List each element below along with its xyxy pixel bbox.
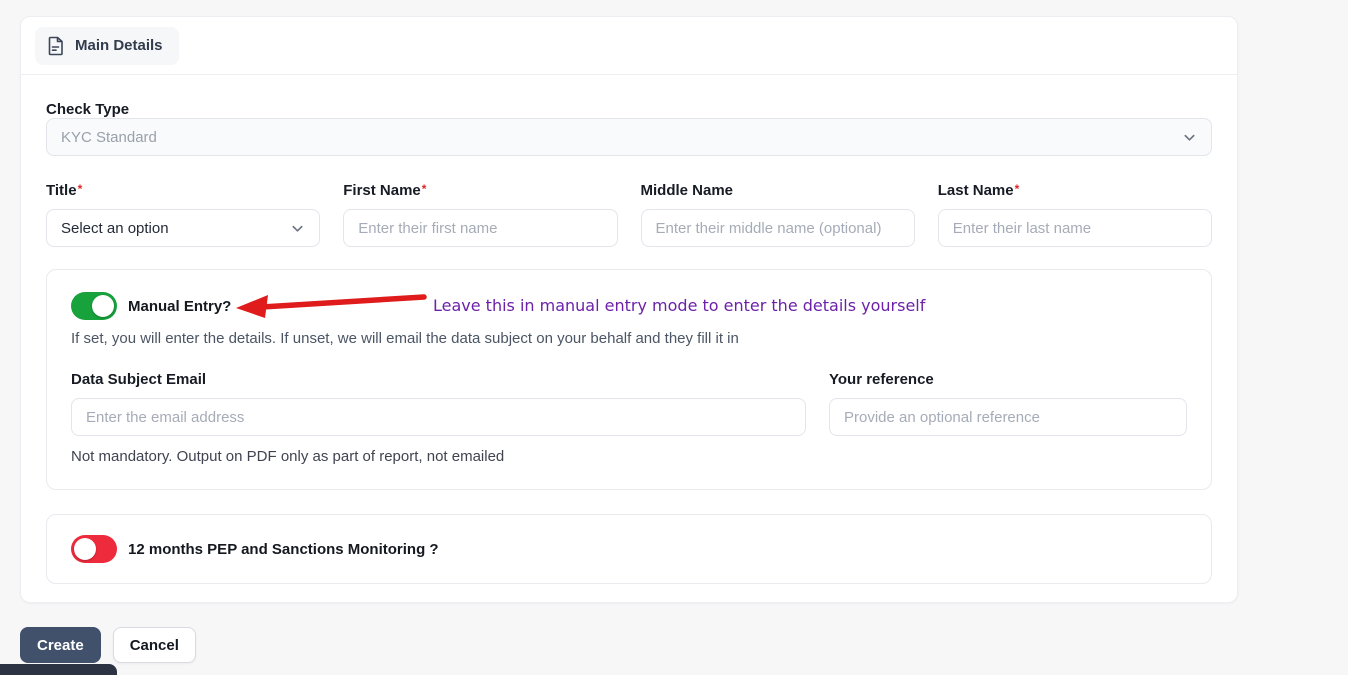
manual-entry-description: If set, you will enter the details. If u…: [71, 330, 739, 347]
create-button[interactable]: Create: [20, 627, 101, 663]
name-fields-row: Title* Select an option First Name* Midd…: [46, 182, 1212, 247]
email-helper-text: Not mandatory. Output on PDF only as par…: [71, 448, 505, 465]
chevron-down-icon: [1182, 130, 1197, 145]
middle-name-label: Middle Name: [640, 182, 734, 199]
tab-main-details-label: Main Details: [75, 37, 163, 54]
toggle-knob: [74, 538, 96, 560]
annotation-text: Leave this in manual entry mode to enter…: [433, 295, 926, 315]
pep-monitoring-toggle[interactable]: [71, 535, 117, 563]
document-icon: [47, 36, 65, 56]
required-asterisk: *: [1014, 182, 1020, 196]
required-asterisk: *: [421, 182, 427, 196]
your-reference-group: Your reference: [829, 371, 1187, 465]
cancel-button[interactable]: Cancel: [112, 627, 196, 663]
middle-name-input[interactable]: [640, 209, 915, 247]
form-actions: Create Cancel: [20, 627, 196, 663]
last-name-label: Last Name*: [937, 182, 1020, 199]
manual-entry-section: Manual Entry? Leave this in manual entry…: [46, 269, 1212, 490]
main-details-card: Main Details Check Type KYC Standard Tit…: [20, 16, 1238, 603]
title-field-group: Title* Select an option: [46, 182, 321, 247]
status-bar-fragment: [0, 664, 117, 675]
your-reference-label: Your reference: [829, 371, 934, 388]
check-type-label: Check Type: [46, 101, 130, 118]
email-reference-row: Data Subject Email Not mandatory. Output…: [71, 371, 1187, 465]
first-name-input[interactable]: [343, 209, 618, 247]
data-subject-email-label: Data Subject Email: [71, 371, 207, 388]
title-select-value: Select an option: [61, 219, 169, 237]
pep-monitoring-label: 12 months PEP and Sanctions Monitoring ?: [128, 540, 439, 558]
check-type-select[interactable]: KYC Standard: [46, 118, 1212, 156]
data-subject-email-input[interactable]: [71, 398, 806, 436]
annotation-group: Leave this in manual entry mode to enter…: [235, 290, 925, 320]
your-reference-input[interactable]: [829, 398, 1187, 436]
first-name-field-group: First Name*: [343, 182, 618, 247]
manual-entry-label: Manual Entry?: [128, 297, 232, 315]
toggle-knob: [92, 295, 114, 317]
manual-entry-toggle-row: Manual Entry? Leave this in manual entry…: [71, 292, 1187, 320]
title-select[interactable]: Select an option: [46, 209, 321, 247]
pep-monitoring-section: 12 months PEP and Sanctions Monitoring ?: [46, 514, 1212, 584]
last-name-input[interactable]: [937, 209, 1212, 247]
middle-name-field-group: Middle Name: [640, 182, 915, 247]
manual-entry-toggle[interactable]: [71, 292, 117, 320]
last-name-field-group: Last Name*: [937, 182, 1212, 247]
chevron-down-icon: [290, 221, 305, 236]
title-label: Title*: [46, 182, 83, 199]
annotation-arrow-icon: [235, 290, 427, 320]
card-header: Main Details: [21, 17, 1237, 75]
tab-main-details[interactable]: Main Details: [35, 26, 179, 65]
first-name-label: First Name*: [343, 182, 427, 199]
required-asterisk: *: [77, 182, 83, 196]
data-subject-email-group: Data Subject Email Not mandatory. Output…: [71, 371, 806, 465]
check-type-value: KYC Standard: [61, 128, 157, 146]
